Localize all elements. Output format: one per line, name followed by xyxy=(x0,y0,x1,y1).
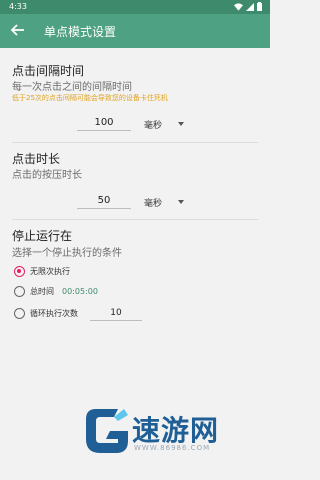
watermark-url: WWW.86986.COM xyxy=(134,444,211,452)
arrow-back-icon[interactable] xyxy=(10,22,26,38)
radio-button[interactable] xyxy=(14,265,25,277)
divider xyxy=(12,219,258,220)
chevron-down-icon[interactable] xyxy=(178,200,184,204)
status-bar: 4:33 xyxy=(0,0,270,14)
radio-total-time[interactable]: 总时间 xyxy=(14,284,54,298)
radio-loop-count[interactable]: 循环执行次数 xyxy=(14,306,78,320)
duration-subtitle: 点击的按压时长 xyxy=(12,170,82,181)
radio-label: 无限次执行 xyxy=(30,266,70,276)
interval-unit-select[interactable]: 毫秒 xyxy=(144,118,162,131)
signal-icon xyxy=(246,2,254,11)
wifi-icon xyxy=(234,2,243,11)
battery-icon xyxy=(257,2,262,11)
duration-input[interactable]: 50 xyxy=(77,193,131,209)
interval-subtitle: 每一次点击之间的间隔时间 xyxy=(12,82,132,93)
total-time-value[interactable]: 00:05:00 xyxy=(62,287,98,296)
duration-title: 点击时长 xyxy=(12,152,61,166)
radio-button[interactable] xyxy=(14,285,25,297)
watermark-emblem-icon xyxy=(86,409,128,453)
status-time: 4:33 xyxy=(9,2,27,11)
status-icons xyxy=(234,2,262,11)
page-title: 单点模式设置 xyxy=(44,25,117,39)
watermark-logo: 速游网 WWW.86986.COM xyxy=(84,403,254,459)
divider xyxy=(12,142,258,143)
loop-count-input[interactable]: 10 xyxy=(90,305,142,321)
radio-label: 循环执行次数 xyxy=(30,308,78,318)
radio-label: 总时间 xyxy=(30,286,54,296)
chevron-down-icon[interactable] xyxy=(178,122,184,126)
duration-unit-select[interactable]: 毫秒 xyxy=(144,196,162,209)
interval-input[interactable]: 100 xyxy=(77,115,131,131)
watermark-text: 速游网 xyxy=(132,414,220,447)
interval-warning: 低于25次的点击间隔可能会导致您的设备卡住死机 xyxy=(12,94,168,102)
radio-infinite[interactable]: 无限次执行 xyxy=(14,264,70,278)
app-bar: 单点模式设置 xyxy=(0,14,270,48)
radio-button[interactable] xyxy=(14,307,25,319)
stop-subtitle: 选择一个停止执行的条件 xyxy=(12,248,122,259)
interval-title: 点击间隔时间 xyxy=(12,64,85,78)
stop-title: 停止运行在 xyxy=(12,229,73,243)
